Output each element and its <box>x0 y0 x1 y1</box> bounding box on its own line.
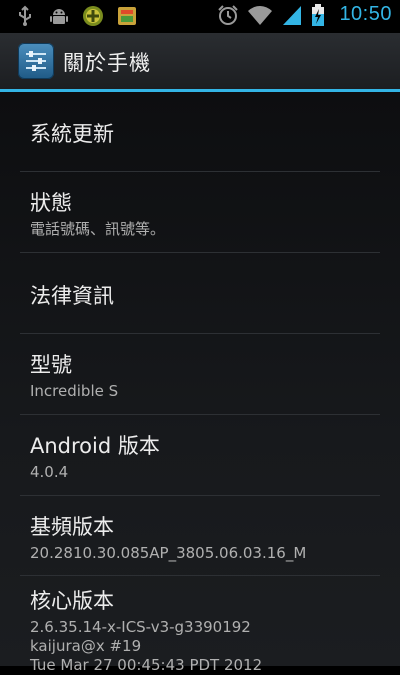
item-title: 基頻版本 <box>30 515 114 539</box>
android-debug-icon <box>48 5 70 27</box>
item-title: 狀態 <box>30 191 72 215</box>
list-item-system-update[interactable]: 系統更新 <box>20 92 380 172</box>
list-item-legal-info[interactable]: 法律資訊 <box>20 253 380 334</box>
item-summary-line: kaijura@x #19 <box>30 637 142 655</box>
alarm-icon <box>217 4 239 26</box>
item-summary: Incredible S <box>30 382 119 400</box>
item-title: 核心版本 <box>30 589 114 613</box>
item-summary-line: 2.6.35.14-x-ICS-v3-g3390192 <box>30 618 251 636</box>
action-bar: 關於手機 <box>0 33 400 89</box>
usb-icon <box>14 5 36 27</box>
list-item-baseband-version: 基頻版本 20.2810.30.085AP_3805.06.03.16_M <box>20 496 380 576</box>
battery-charging-icon <box>311 3 325 26</box>
item-title: 型號 <box>30 353 72 377</box>
status-clock: 10:50 <box>339 3 392 25</box>
item-summary: 20.2810.30.085AP_3805.06.03.16_M <box>30 544 307 562</box>
wifi-icon <box>247 4 273 26</box>
status-bar: 10:50 <box>0 0 400 33</box>
system-icons: 10:50 <box>217 3 392 26</box>
item-title: 法律資訊 <box>30 284 114 308</box>
app-notification-icon <box>82 5 104 27</box>
signal-icon <box>281 4 303 26</box>
item-summary: 4.0.4 <box>30 463 69 481</box>
list-item-kernel-version: 核心版本 2.6.35.14-x-ICS-v3-g3390192 kaijura… <box>20 576 380 674</box>
settings-sliders-icon[interactable] <box>18 43 54 79</box>
settings-list: 系統更新 狀態 電話號碼、訊號等。 法律資訊 型號 Incredible S A… <box>0 92 400 674</box>
list-item-model: 型號 Incredible S <box>20 334 380 415</box>
list-item-android-version[interactable]: Android 版本 4.0.4 <box>20 415 380 496</box>
item-summary: 電話號碼、訊號等。 <box>30 220 166 238</box>
app-notification-2-icon <box>116 5 138 27</box>
page-title: 關於手機 <box>63 51 151 75</box>
notification-icons <box>14 5 138 27</box>
list-item-status[interactable]: 狀態 電話號碼、訊號等。 <box>20 172 380 253</box>
item-title: Android 版本 <box>30 434 160 458</box>
item-title: 系統更新 <box>30 122 114 146</box>
